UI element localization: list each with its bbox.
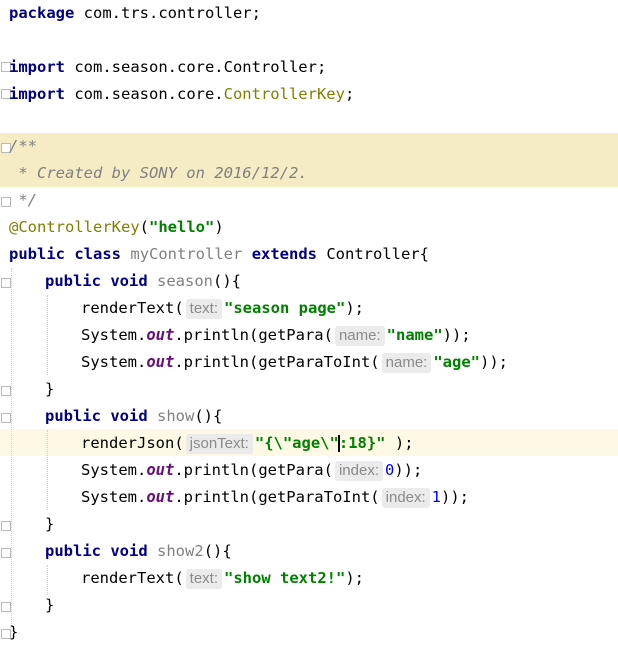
code-line-comment[interactable]: * Created by SONY on 2016/12/2. (0, 160, 618, 187)
static-field: out (146, 353, 175, 371)
keyword: extends (251, 245, 318, 263)
comment-text: /** (9, 137, 37, 155)
keyword: package (9, 4, 75, 22)
code-line-method[interactable]: public void show2(){ (0, 538, 618, 565)
code-text: renderText( (81, 299, 184, 317)
code-line-statement-current[interactable]: renderJson(jsonText: "{\"age\":18}" ); (0, 430, 618, 457)
code-text: ) (214, 218, 224, 236)
keyword: public (45, 542, 101, 560)
code-line-brace[interactable]: } (0, 376, 618, 403)
code-text: )); (442, 326, 471, 344)
code-text: ; (344, 85, 355, 103)
code-text: System. (81, 461, 147, 479)
code-text: )); (480, 353, 509, 371)
parameter-hint: index: (334, 461, 383, 481)
code-text: renderJson( (81, 434, 184, 452)
code-line-method[interactable]: public void season(){ (0, 268, 618, 295)
unused-import: ControllerKey (223, 85, 345, 103)
code-line-package[interactable]: package com.trs.controller; (0, 0, 618, 27)
static-field: out (146, 326, 175, 344)
code-text: (){ (203, 542, 232, 560)
code-line-annotation[interactable]: @ControllerKey("hello") (0, 214, 618, 241)
keyword: class (74, 245, 122, 263)
code-text: .println(getParaToInt( (174, 353, 380, 371)
code-text: (){ (213, 272, 242, 290)
string-literal: "age" (433, 353, 481, 371)
parameter-hint: jsonText: (185, 434, 253, 454)
keyword: import (9, 58, 65, 76)
comment-text: * Created by SONY on 2016/12/2. (9, 164, 308, 182)
keyword: void (110, 272, 148, 290)
code-text: } (45, 380, 55, 398)
code-line-class[interactable]: public class myController extends Contro… (0, 241, 618, 268)
string-literal: "{\"age\" (254, 434, 339, 452)
string-literal: "hello" (149, 218, 215, 236)
code-text: )); (441, 488, 470, 506)
code-text: com.season.core.Controller; (65, 58, 327, 76)
code-text: (){ (194, 407, 223, 425)
static-field: out (146, 461, 175, 479)
keyword: public (9, 245, 65, 263)
keyword: import (9, 85, 65, 103)
code-text: ); (394, 434, 414, 452)
string-literal: "name" (386, 326, 443, 344)
number-literal: 1 (431, 488, 442, 506)
method-name: season (157, 272, 214, 290)
code-line-statement[interactable]: renderText(text: "show text2!"); (0, 565, 618, 592)
code-line-import[interactable]: import com.season.core.ControllerKey; (0, 81, 618, 108)
code-line-brace[interactable]: } (0, 592, 618, 619)
code-line-comment[interactable]: */ (0, 187, 618, 214)
code-text: Controller{ (317, 245, 429, 263)
parameter-hint: text: (185, 569, 223, 589)
code-text: } (45, 515, 55, 533)
parameter-hint: name: (334, 326, 385, 346)
class-name: myController (130, 245, 243, 263)
static-field: out (146, 488, 175, 506)
code-text: System. (81, 488, 147, 506)
code-text: } (45, 596, 55, 614)
method-name: show2 (157, 542, 204, 560)
comment-text: */ (9, 191, 37, 209)
code-text: ( (139, 218, 149, 236)
code-text: .println(getPara( (174, 326, 333, 344)
code-line-brace[interactable]: } (0, 619, 618, 646)
code-text: renderText( (81, 569, 184, 587)
code-text: ); (345, 569, 365, 587)
keyword: void (110, 542, 148, 560)
code-text: )); (394, 461, 423, 479)
code-text: com.trs.controller; (74, 4, 261, 22)
string-literal: "show text2!" (224, 569, 346, 587)
keyword: void (110, 407, 148, 425)
code-line-method[interactable]: public void show(){ (0, 403, 618, 430)
parameter-hint: index: (381, 488, 430, 508)
code-text: .println(getPara( (174, 461, 333, 479)
code-line-brace[interactable]: } (0, 511, 618, 538)
parameter-hint: text: (185, 299, 223, 319)
code-text: System. (81, 326, 147, 344)
code-line-comment[interactable]: /** (0, 133, 618, 160)
code-line-statement[interactable]: System.out.println(getPara(index: 0)); (0, 457, 618, 484)
number-literal: 0 (385, 461, 395, 479)
string-literal: "season page" (224, 299, 346, 317)
code-line-statement[interactable]: System.out.println(getParaToInt(index: 1)… (0, 484, 618, 511)
code-line-statement[interactable]: System.out.println(getParaToInt(name: "ag… (0, 349, 618, 376)
keyword: public (45, 272, 101, 290)
code-line-statement[interactable]: renderText(text: "season page"); (0, 295, 618, 322)
code-text: ); (345, 299, 365, 317)
code-text: .println(getParaToInt( (174, 488, 380, 506)
code-text: } (9, 623, 19, 641)
parameter-hint: name: (381, 353, 432, 373)
code-line-statement[interactable]: System.out.println(getPara(name: "name"))… (0, 322, 618, 349)
string-literal: :18}" (338, 434, 386, 452)
code-line-import[interactable]: import com.season.core.Controller; (0, 54, 618, 81)
method-name: show (157, 407, 195, 425)
annotation: @ControllerKey (9, 218, 140, 236)
code-text: com.season.core. (65, 85, 224, 103)
keyword: public (45, 407, 101, 425)
code-text: System. (81, 353, 147, 371)
